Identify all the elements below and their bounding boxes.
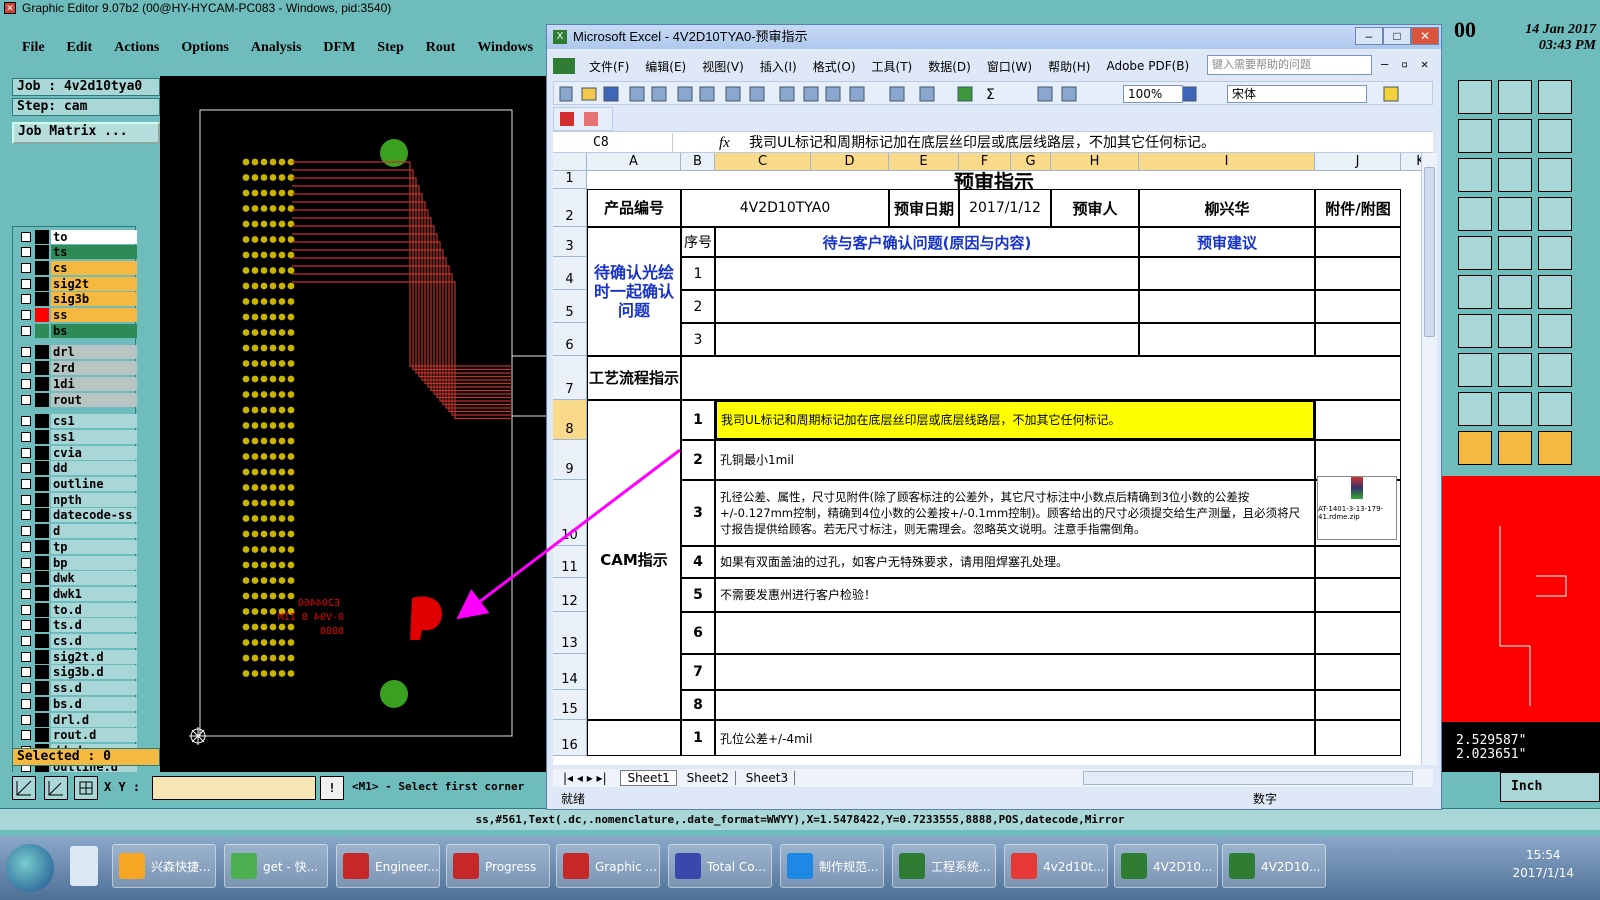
taskbar-label: get - 快...: [263, 860, 319, 874]
taskbar-excel1[interactable]: 4V2D10...: [1114, 844, 1218, 888]
taskbar-label: 4v2d10t...: [1043, 860, 1105, 874]
taskbar-app-icon: [563, 853, 589, 879]
taskbar-label: Progress: [485, 860, 537, 874]
tray-clock[interactable]: 15:54 2017/1/14: [1512, 846, 1574, 882]
taskbar-app-icon: [231, 853, 257, 879]
taskbar-app-icon: [1121, 853, 1147, 879]
taskbar-engsys[interactable]: 工程系统...: [892, 844, 996, 888]
taskbar-app-icon: [1011, 853, 1037, 879]
taskbar-label: 制作规范...: [819, 860, 879, 874]
taskbar-label: Engineer...: [375, 860, 439, 874]
taskbar-graphic[interactable]: Graphic ...: [556, 844, 660, 888]
taskbar-pdf[interactable]: 4v2d10t...: [1004, 844, 1108, 888]
taskbar-app-icon: [343, 853, 369, 879]
taskbar-spec[interactable]: 制作规范...: [780, 844, 884, 888]
taskbar-label: 兴森快捷...: [151, 860, 211, 874]
taskbar-label: 工程系统...: [931, 860, 991, 874]
taskbar-app-icon: [119, 853, 145, 879]
taskbar-progress[interactable]: Progress: [446, 844, 550, 888]
taskbar-engineer[interactable]: Engineer...: [336, 844, 440, 888]
annotation-overlay: [456, 448, 681, 620]
taskbar-app-icon: [787, 853, 813, 879]
taskbar-app-icon: [453, 853, 479, 879]
taskbar-totalco[interactable]: Total Co...: [668, 844, 772, 888]
taskbar-excel2[interactable]: 4V2D10...: [1222, 844, 1326, 888]
taskbar-label: 4V2D10...: [1153, 860, 1213, 874]
taskbar-app-icon: [1229, 853, 1255, 879]
taskbar-label: 4V2D10...: [1261, 860, 1321, 874]
annotation-arrow: [456, 448, 681, 620]
start-button[interactable]: [6, 844, 54, 892]
tray-time: 15:54: [1525, 848, 1561, 862]
taskbar-app-icon: [675, 853, 701, 879]
taskbar-label: Total Co...: [707, 860, 766, 874]
windows-taskbar: 兴森快捷... get - 快... Engineer... Progress Grap…: [0, 836, 1600, 900]
tray-date: 2017/1/14: [1512, 866, 1574, 880]
taskbar-app-icon: [899, 853, 925, 879]
calculator-icon[interactable]: [70, 846, 98, 886]
taskbar-get[interactable]: get - 快...: [224, 844, 328, 888]
taskbar-label: Graphic ...: [595, 860, 657, 874]
taskbar-sensen[interactable]: 兴森快捷...: [112, 844, 216, 888]
